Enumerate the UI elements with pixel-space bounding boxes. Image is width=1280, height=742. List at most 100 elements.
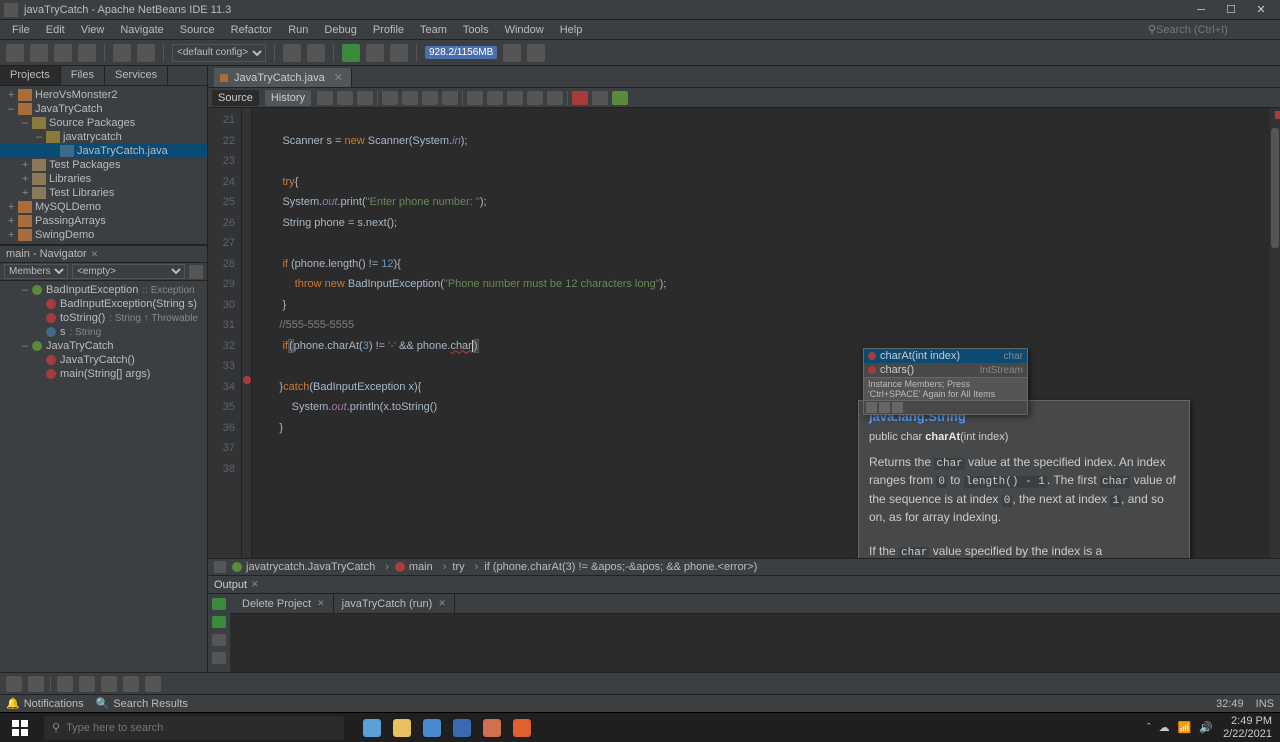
editor-tb-btn[interactable]	[442, 91, 458, 105]
crumb-seg[interactable]: if (phone.charAt(3) != &apos;-&apos; && …	[484, 561, 773, 573]
close-button[interactable]: ✕	[1246, 1, 1276, 19]
tray-volume-icon[interactable]: 🔊	[1199, 721, 1213, 734]
menu-file[interactable]: File	[4, 22, 38, 38]
projects-tree[interactable]: +HeroVsMonster2–JavaTryCatch–Source Pack…	[0, 86, 207, 245]
tree-item[interactable]: +HeroVsMonster2	[0, 88, 207, 102]
output-close-icon[interactable]: ✕	[251, 579, 259, 590]
editor-tab-file[interactable]: JavaTryCatch.java ✕	[214, 68, 352, 87]
stop-icon[interactable]	[212, 634, 226, 646]
status-btn[interactable]	[123, 676, 139, 692]
status-btn[interactable]	[79, 676, 95, 692]
new-project-button[interactable]	[30, 44, 48, 62]
menu-edit[interactable]: Edit	[38, 22, 73, 38]
menu-view[interactable]: View	[73, 22, 113, 38]
autocomplete-item[interactable]: charAt(int index) char	[864, 349, 1027, 363]
notifications-button[interactable]: 🔔 Notifications	[6, 697, 84, 710]
taskbar-search-input[interactable]	[66, 722, 336, 734]
taskbar-app[interactable]	[418, 716, 446, 740]
output-body[interactable]	[230, 614, 1280, 672]
editor-tb-btn[interactable]	[507, 91, 523, 105]
status-btn[interactable]	[145, 676, 161, 692]
quick-search-input[interactable]	[1156, 24, 1276, 36]
editor-tb-btn[interactable]	[382, 91, 398, 105]
status-btn[interactable]	[57, 676, 73, 692]
tree-item[interactable]: +PassingArrays	[0, 214, 207, 228]
navigator-item[interactable]: –JavaTryCatch	[0, 339, 207, 353]
clean-build-button[interactable]	[307, 44, 325, 62]
menu-window[interactable]: Window	[497, 22, 552, 38]
taskbar-app[interactable]	[478, 716, 506, 740]
ac-browser-icon[interactable]	[892, 402, 903, 413]
error-stripe-marker[interactable]	[1275, 111, 1280, 119]
tree-item[interactable]: –JavaTryCatch	[0, 102, 207, 116]
redo-button[interactable]	[137, 44, 155, 62]
editor-tb-btn[interactable]	[467, 91, 483, 105]
editor-tb-btn[interactable]	[547, 91, 563, 105]
memory-indicator[interactable]: 928.2/1156MB	[425, 46, 497, 59]
menu-run[interactable]: Run	[280, 22, 316, 38]
tree-item[interactable]: +Libraries	[0, 172, 207, 186]
maximize-button[interactable]: ☐	[1216, 1, 1246, 19]
menu-tools[interactable]: Tools	[455, 22, 497, 38]
editor-tb-btn[interactable]	[317, 91, 333, 105]
editor-tb-btn[interactable]	[572, 91, 588, 105]
mode-source[interactable]: Source	[212, 90, 259, 106]
taskbar-app[interactable]	[388, 716, 416, 740]
navigator-item[interactable]: JavaTryCatch()	[0, 353, 207, 367]
taskbar-app[interactable]	[448, 716, 476, 740]
crumb-seg[interactable]: main	[395, 561, 453, 573]
clock[interactable]: 2:49 PM 2/22/2021	[1223, 715, 1272, 739]
members-dropdown[interactable]: Members	[4, 264, 68, 279]
menu-team[interactable]: Team	[412, 22, 455, 38]
editor-tb-btn[interactable]	[527, 91, 543, 105]
minimize-button[interactable]: ─	[1186, 1, 1216, 19]
config-dropdown[interactable]: <default config>	[172, 44, 266, 62]
menu-source[interactable]: Source	[172, 22, 223, 38]
tree-item[interactable]: –Source Packages	[0, 116, 207, 130]
ac-nav-fwd-icon[interactable]	[879, 402, 890, 413]
tree-item[interactable]: +Test Libraries	[0, 186, 207, 200]
status-btn[interactable]	[101, 676, 117, 692]
navigator-tree[interactable]: –BadInputException:: Exception BadInputE…	[0, 281, 207, 672]
tree-item[interactable]: +SwingDemo	[0, 228, 207, 242]
settings-icon[interactable]	[212, 652, 226, 664]
crumb-seg[interactable]: try	[452, 561, 484, 573]
build-button[interactable]	[283, 44, 301, 62]
line-gutter[interactable]: 21 22 23 24 25 26 27 28 29 30 31 32 33 3…	[208, 108, 242, 558]
error-glyph-icon[interactable]	[243, 376, 251, 384]
editor-tb-btn[interactable]	[422, 91, 438, 105]
debug-button[interactable]	[366, 44, 384, 62]
extra-button[interactable]	[527, 44, 545, 62]
filter-dropdown[interactable]: <empty>	[72, 264, 185, 279]
status-btn[interactable]	[28, 676, 44, 692]
new-file-button[interactable]	[6, 44, 24, 62]
navigator-item[interactable]: BadInputException(String s)	[0, 297, 207, 311]
start-button[interactable]	[0, 713, 40, 742]
output-tab[interactable]: Delete Project✕	[234, 594, 334, 613]
save-all-button[interactable]	[78, 44, 96, 62]
undo-button[interactable]	[113, 44, 131, 62]
menu-navigate[interactable]: Navigate	[112, 22, 171, 38]
menu-refactor[interactable]: Refactor	[223, 22, 281, 38]
editor-tb-btn[interactable]	[337, 91, 353, 105]
code-editor[interactable]: 21 22 23 24 25 26 27 28 29 30 31 32 33 3…	[208, 108, 1280, 558]
members-icon[interactable]	[214, 561, 226, 573]
navigator-item[interactable]: main(String[] args)	[0, 367, 207, 381]
profile-button[interactable]	[390, 44, 408, 62]
editor-tb-btn[interactable]	[592, 91, 608, 105]
close-tab-icon[interactable]: ✕	[334, 72, 343, 84]
navigator-close-icon[interactable]: ✕	[91, 249, 99, 260]
navigator-item[interactable]: s: String	[0, 325, 207, 339]
menu-profile[interactable]: Profile	[365, 22, 412, 38]
status-btn[interactable]	[6, 676, 22, 692]
editor-tb-btn[interactable]	[612, 91, 628, 105]
run-button[interactable]	[342, 44, 360, 62]
tree-item[interactable]: JavaTryCatch.java	[0, 144, 207, 158]
tab-services[interactable]: Services	[105, 66, 168, 85]
tray-cloud-icon[interactable]: ☁	[1159, 721, 1170, 734]
tab-projects[interactable]: Projects	[0, 66, 61, 85]
search-results-button[interactable]: 🔍 Search Results	[96, 697, 188, 710]
taskbar-app[interactable]	[508, 716, 536, 740]
taskbar-search[interactable]: ⚲	[44, 716, 344, 740]
mode-history[interactable]: History	[265, 90, 311, 106]
